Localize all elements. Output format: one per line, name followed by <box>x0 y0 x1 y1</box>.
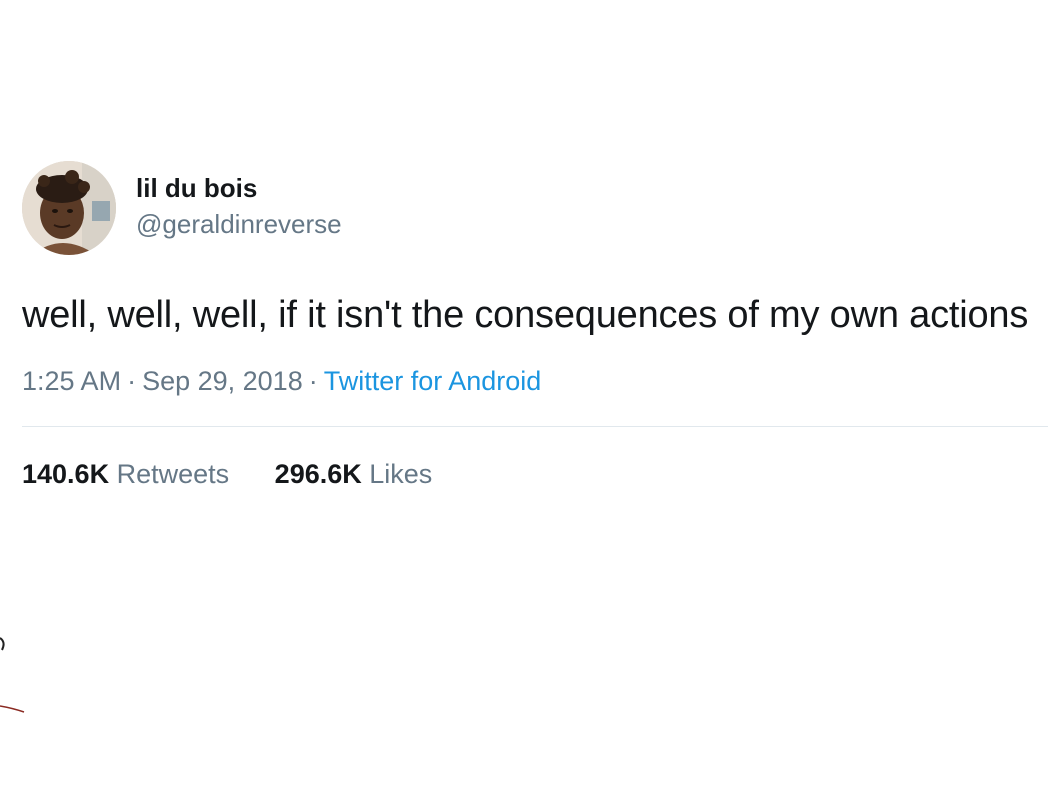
retweets-count: 140.6K <box>22 459 110 489</box>
likes-stat[interactable]: 296.6K Likes <box>275 457 433 491</box>
meta-separator: · <box>127 366 137 396</box>
tweet-header: lil du bois @geraldinreverse <box>22 160 1032 256</box>
author-names: lil du bois @geraldinreverse <box>136 172 342 240</box>
tweet-source-link[interactable]: Twitter for Android <box>324 366 542 396</box>
divider <box>22 426 1048 427</box>
tweet-meta: 1:25 AM · Sep 29, 2018 · Twitter for Android <box>22 364 1032 398</box>
tweet-date[interactable]: Sep 29, 2018 <box>142 366 303 396</box>
tweet-card: lil du bois @geraldinreverse well, well,… <box>22 160 1048 491</box>
tweet-stats: 140.6K Retweets 296.6K Likes <box>22 457 1032 491</box>
author-handle[interactable]: @geraldinreverse <box>136 208 342 240</box>
retweets-stat[interactable]: 140.6K Retweets <box>22 457 229 491</box>
tweet-time[interactable]: 1:25 AM <box>22 366 121 396</box>
avatar[interactable] <box>22 161 116 255</box>
likes-count: 296.6K <box>274 459 362 489</box>
likes-label: Likes <box>369 459 433 489</box>
author-display-name[interactable]: lil du bois <box>136 172 342 204</box>
edge-scribble-mark <box>0 637 25 713</box>
meta-separator: · <box>308 366 318 396</box>
retweets-label: Retweets <box>116 459 230 489</box>
tweet-text: well, well, well, if it isn't the conseq… <box>22 294 1029 336</box>
avatar-image <box>22 161 116 255</box>
